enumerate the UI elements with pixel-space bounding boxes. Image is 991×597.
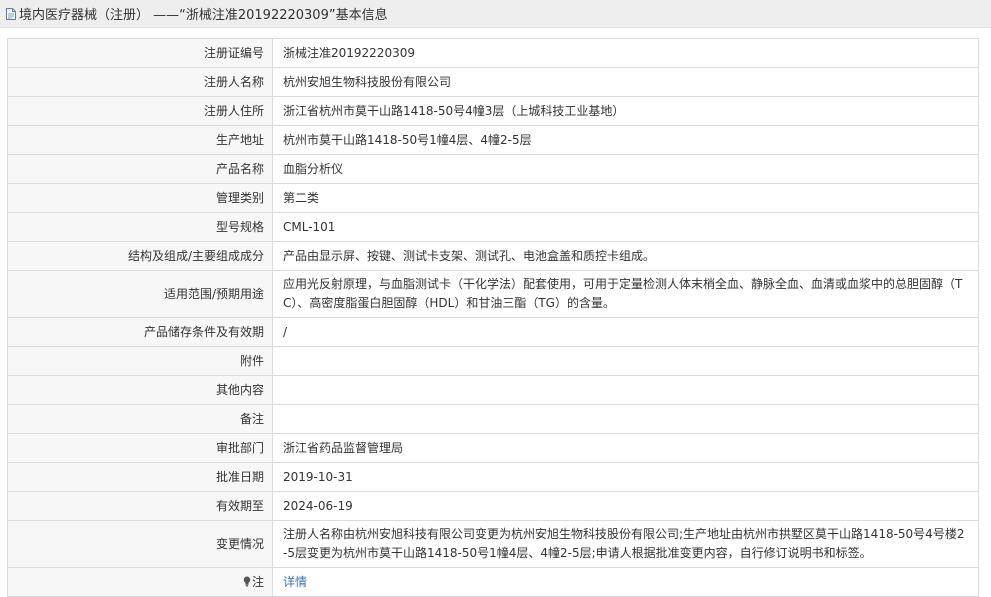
table-row: 适用范围/预期用途 应用光反射原理，与血脂测试卡（干化学法）配套使用，可用于定量… [7,270,979,318]
field-label: 其他内容 [7,375,273,405]
field-label: 管理类别 [7,183,273,213]
field-value: 浙械注准20192220309 [272,38,979,68]
field-value: 杭州安旭生物科技股份有限公司 [272,67,979,97]
registration-detail-table: 注册证编号 浙械注准20192220309 注册人名称 杭州安旭生物科技股份有限… [7,38,979,597]
field-label: 产品名称 [7,154,273,184]
table-row: 结构及组成/主要组成成分 产品由显示屏、按键、测试卡支架、测试孔、电池盒盖和质控… [7,241,979,271]
note-value: 详情 [272,567,979,597]
document-icon [6,7,16,20]
field-label: 注册证编号 [7,38,273,68]
table-row: 注册证编号 浙械注准20192220309 [7,38,979,68]
table-row: 有效期至 2024-06-19 [7,491,979,521]
field-value: 2024-06-19 [272,491,979,521]
field-label: 有效期至 [7,491,273,521]
table-row: 审批部门 浙江省药品监督管理局 [7,433,979,463]
field-value: 2019-10-31 [272,462,979,492]
table-row: 型号规格 CML-101 [7,212,979,242]
table-row: 批准日期 2019-10-31 [7,462,979,492]
field-label: 审批部门 [7,433,273,463]
page-header: 境内医疗器械（注册） ——“浙械注准20192220309”基本信息 [0,0,991,28]
field-label: 生产地址 [7,125,273,155]
note-label-cell: 注 [7,567,273,597]
field-value [272,404,979,434]
table-row: 其他内容 [7,375,979,405]
field-value: 浙江省药品监督管理局 [272,433,979,463]
note-label: 注 [251,574,264,589]
field-value: 血脂分析仪 [272,154,979,184]
field-value: 杭州市莫干山路1418-50号1幢4层、4幢2-5层 [272,125,979,155]
field-label: 变更情况 [7,520,273,568]
field-label: 注册人名称 [7,67,273,97]
field-value: 应用光反射原理，与血脂测试卡（干化学法）配套使用，可用于定量检测人体末梢全血、静… [272,270,979,318]
note-row: 注 详情 [7,567,979,597]
details-link[interactable]: 详情 [283,575,307,589]
table-row: 变更情况 注册人名称由杭州安旭科技有限公司变更为杭州安旭生物科技股份有限公司;生… [7,520,979,568]
page-title: 境内医疗器械（注册） ——“浙械注准20192220309”基本信息 [19,8,388,23]
field-label: 适用范围/预期用途 [7,270,273,318]
field-value: 浙江省杭州市莫干山路1418-50号4幢3层（上城科技工业基地） [272,96,979,126]
field-value: 第二类 [272,183,979,213]
field-label: 型号规格 [7,212,273,242]
field-value: 注册人名称由杭州安旭科技有限公司变更为杭州安旭生物科技股份有限公司;生产地址由杭… [272,520,979,568]
table-row: 附件 [7,346,979,376]
field-label: 附件 [7,346,273,376]
table-row: 备注 [7,404,979,434]
table-row: 管理类别 第二类 [7,183,979,213]
field-label: 批准日期 [7,462,273,492]
field-label: 产品储存条件及有效期 [7,317,273,347]
field-label: 注册人住所 [7,96,273,126]
field-value [272,375,979,405]
field-label: 备注 [7,404,273,434]
table-row: 注册人住所 浙江省杭州市莫干山路1418-50号4幢3层（上城科技工业基地） [7,96,979,126]
table-row: 生产地址 杭州市莫干山路1418-50号1幢4层、4幢2-5层 [7,125,979,155]
field-value: CML-101 [272,212,979,242]
field-label: 结构及组成/主要组成成分 [7,241,273,271]
bulb-icon [243,576,251,586]
table-row: 产品名称 血脂分析仪 [7,154,979,184]
field-value: / [272,317,979,347]
field-value [272,346,979,376]
table-row: 注册人名称 杭州安旭生物科技股份有限公司 [7,67,979,97]
table-row: 产品储存条件及有效期 / [7,317,979,347]
field-value: 产品由显示屏、按键、测试卡支架、测试孔、电池盒盖和质控卡组成。 [272,241,979,271]
